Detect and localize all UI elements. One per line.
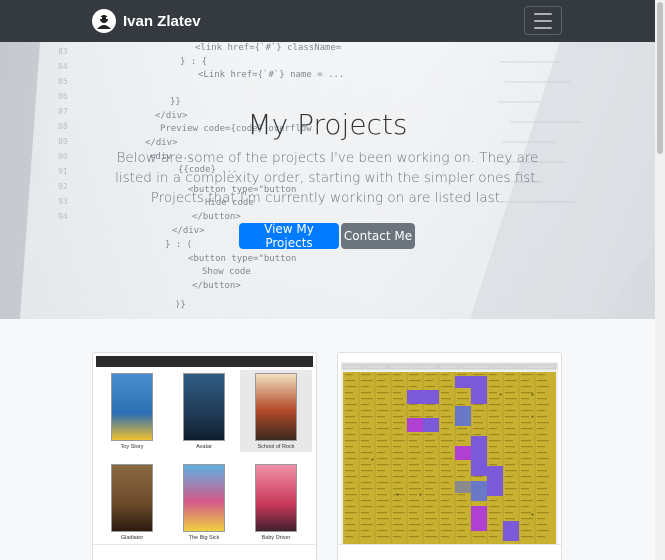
scrollbar-thumb[interactable]	[657, 2, 663, 154]
page-scrollbar[interactable]	[655, 0, 665, 560]
poster-image	[111, 464, 153, 532]
contact-me-button[interactable]: Contact Me	[341, 223, 415, 249]
navbar: Ivan Zlatev	[0, 0, 655, 42]
hero-lead-text: Below are some of the projects I've been…	[115, 150, 540, 206]
poster-image	[255, 464, 297, 532]
view-projects-button[interactable]: View My Projects	[239, 222, 339, 250]
brand-name: Ivan Zlatev	[123, 12, 201, 30]
movie-gallery-thumbnail: Toy Story Avatar School of Rock Gladiato…	[96, 356, 313, 544]
poster-title: Gladiator	[120, 535, 144, 541]
poster-item: The Big Sick	[168, 461, 240, 543]
poster-image	[183, 373, 225, 441]
poster-title: Toy Story	[120, 444, 144, 450]
poster-image	[183, 464, 225, 532]
user-avatar-icon	[92, 9, 116, 33]
project-card-schedule[interactable]: ✈ ✈ ✈ ✈ ✈ ✈ ✈	[337, 352, 562, 560]
spreadsheet-schedule-thumbnail: ✈ ✈ ✈✈ ✈ ✈ ✈	[341, 356, 558, 544]
page-title: My Projects	[247, 108, 408, 141]
poster-title: School of Rock	[257, 444, 295, 450]
card-divider	[93, 544, 316, 545]
poster-item: Toy Story	[96, 370, 168, 452]
poster-item: Baby Driver	[240, 461, 312, 543]
poster-title: The Big Sick	[188, 535, 220, 541]
poster-item: Avatar	[168, 370, 240, 452]
window-titlebar	[96, 356, 313, 367]
poster-image	[111, 373, 153, 441]
hero-jumbotron: <link href={`#`} className= } : { <Link …	[0, 42, 655, 319]
poster-item: Gladiator	[96, 461, 168, 543]
hamburger-menu-icon	[534, 12, 552, 15]
navbar-toggler-button[interactable]	[524, 6, 562, 35]
project-card-movies[interactable]: Toy Story Avatar School of Rock Gladiato…	[92, 352, 317, 560]
poster-title: Avatar	[196, 444, 212, 450]
poster-item-selected: School of Rock	[240, 370, 312, 452]
card-divider	[338, 544, 561, 545]
poster-title: Baby Driver	[261, 535, 291, 541]
hero-content: My Projects Below are some of the projec…	[0, 42, 655, 319]
poster-image	[255, 373, 297, 441]
brand-link[interactable]: Ivan Zlatev	[92, 9, 201, 33]
